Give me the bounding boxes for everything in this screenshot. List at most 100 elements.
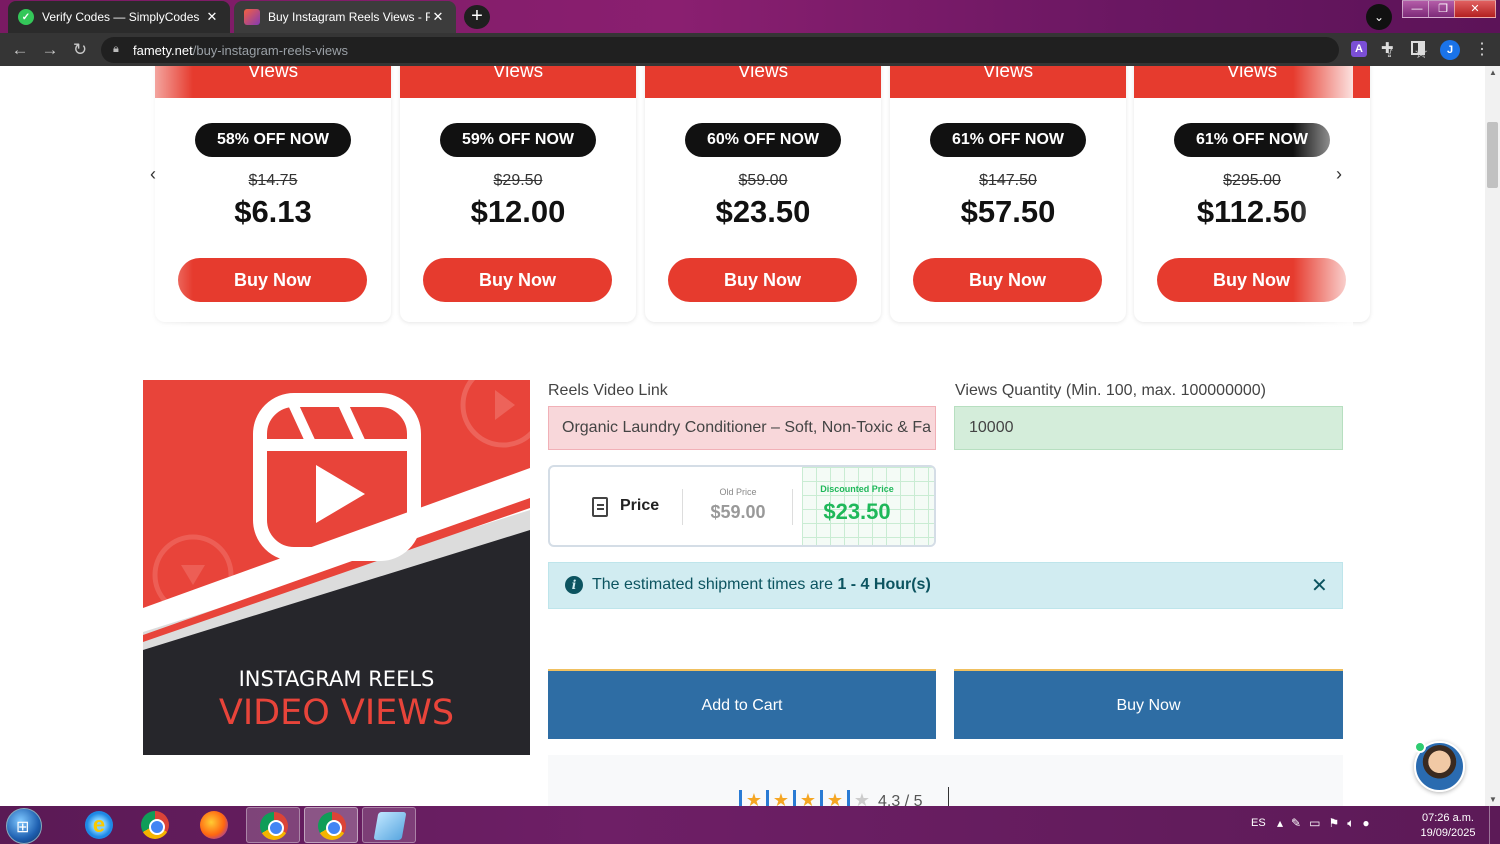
back-arrow-icon[interactable]: ←	[9, 39, 31, 61]
buy-now-main-button[interactable]: Buy Now	[954, 669, 1343, 739]
tab-close-icon[interactable]: ✕	[204, 9, 220, 25]
taskbar-chrome-window[interactable]	[246, 807, 300, 843]
buy-now-button[interactable]: Buy Now	[1157, 258, 1346, 302]
discount-badge: 58% OFF NOW	[195, 123, 351, 157]
reload-icon[interactable]: ↻	[69, 39, 91, 61]
kebab-menu-icon[interactable]: ⋮	[1474, 39, 1490, 59]
show-desktop-button[interactable]	[1489, 806, 1500, 844]
rating-text: 4.3 / 5	[878, 793, 923, 806]
page-scrollbar[interactable]: ▲ ▼	[1485, 66, 1500, 806]
package-carousel: Views 58% OFF NOW $14.75 $6.13 Buy Now V…	[133, 66, 1370, 336]
network-icon[interactable]: ●	[1362, 816, 1377, 830]
close-icon[interactable]: ✕	[1311, 573, 1328, 598]
tab-close-icon[interactable]: ✕	[430, 9, 446, 25]
star-icon: ★	[739, 790, 766, 806]
scroll-thumb[interactable]	[1487, 122, 1498, 188]
package-card: Views 60% OFF NOW $59.00 $23.50 Buy Now	[645, 66, 881, 322]
old-price: $295.00	[1223, 172, 1281, 189]
browser-title-bar: ✓ Verify Codes — SimplyCodes ✕ Buy Insta…	[0, 0, 1500, 33]
simplycodes-favicon-icon: ✓	[18, 9, 34, 25]
current-price: $112.50	[1196, 194, 1308, 229]
package-card: Views 61% OFF NOW $295.00 $112.50 Buy No…	[1134, 66, 1370, 322]
volume-icon[interactable]: 🔈︎	[1347, 816, 1362, 830]
discounted-price-label: Discounted Price	[820, 484, 894, 494]
product-image-line2: VIDEO VIEWS	[218, 693, 455, 733]
divider	[948, 787, 949, 806]
star-icon: ★	[820, 790, 847, 806]
reels-link-input[interactable]: Organic Laundry Conditioner – Soft, Non-…	[548, 406, 936, 450]
url-host: famety.net	[133, 43, 193, 58]
notes-app-icon	[373, 812, 407, 840]
language-indicator[interactable]: ES	[1251, 817, 1266, 829]
current-price: $57.50	[960, 194, 1056, 229]
taskbar-internet-explorer[interactable]: e	[72, 807, 126, 843]
package-header: Views	[1134, 66, 1370, 98]
price-label: Price	[620, 497, 660, 514]
flag-icon[interactable]: ⚑	[1328, 816, 1347, 830]
pen-icon[interactable]: ✎	[1291, 816, 1309, 830]
star-icon: ★	[766, 790, 793, 806]
buy-now-button[interactable]: Buy Now	[178, 258, 367, 302]
tab-buy-instagram-reels[interactable]: Buy Instagram Reels Views - Real ✕	[234, 1, 456, 33]
scroll-down-icon[interactable]: ▼	[1489, 795, 1497, 804]
package-header: Views	[645, 66, 881, 98]
package-header: Views	[155, 66, 391, 98]
product-image-line1: INSTAGRAM REELS	[238, 667, 435, 691]
rating-section: ★ ★ ★ ★ ★ 4.3 / 5	[548, 755, 1343, 806]
system-tray[interactable]: ▴✎▭⚑🔈︎●	[1277, 816, 1378, 831]
tab-title: Buy Instagram Reels Views - Real	[268, 10, 430, 24]
device-icon[interactable]: ▭	[1309, 816, 1328, 830]
current-price: $23.50	[715, 194, 811, 229]
receipt-icon	[592, 497, 608, 517]
tab-verify-codes[interactable]: ✓ Verify Codes — SimplyCodes ✕	[8, 1, 230, 33]
package-header: Views	[890, 66, 1126, 98]
carousel-next-chevron-icon[interactable]: ›	[1336, 164, 1342, 185]
taskbar-firefox[interactable]	[187, 807, 241, 843]
buy-now-button[interactable]: Buy Now	[423, 258, 612, 302]
shipment-time: 1 - 4 Hour(s)	[837, 576, 931, 593]
taskbar-chrome[interactable]	[128, 807, 182, 843]
taskbar-chrome-window-active[interactable]	[304, 807, 358, 843]
carousel-prev-chevron-icon[interactable]: ‹	[150, 164, 156, 185]
clock-date[interactable]: 19/09/2025	[1418, 827, 1478, 839]
page-viewport: Views 58% OFF NOW $14.75 $6.13 Buy Now V…	[0, 66, 1485, 806]
quantity-label: Views Quantity (Min. 100, max. 100000000…	[955, 382, 1266, 399]
address-bar[interactable]: 🔒︎ famety.net/buy-instagram-reels-views …	[101, 37, 1428, 63]
tray-expand-icon[interactable]: ▴	[1277, 816, 1291, 830]
profile-avatar[interactable]: J	[1440, 40, 1460, 60]
famety-favicon-icon	[244, 9, 260, 25]
add-to-cart-button[interactable]: Add to Cart	[548, 669, 936, 739]
shipment-info-alert: i The estimated shipment times are 1 - 4…	[548, 562, 1343, 609]
shipment-text: The estimated shipment times are 1 - 4 H…	[592, 576, 931, 594]
old-price: $59.00	[738, 172, 788, 189]
package-card: Views 61% OFF NOW $147.50 $57.50 Buy Now	[890, 66, 1126, 322]
clock-time[interactable]: 07:26 a.m.	[1418, 812, 1478, 824]
lock-icon[interactable]: 🔒︎	[113, 43, 123, 56]
chrome-icon	[318, 812, 346, 840]
tab-search-chevron-icon[interactable]: ⌄	[1366, 4, 1392, 30]
forward-arrow-icon[interactable]: →	[39, 39, 61, 61]
old-price: $147.50	[979, 172, 1037, 189]
taskbar-notes-app[interactable]	[362, 807, 416, 843]
current-price: $6.13	[234, 194, 312, 229]
shipment-text-prefix: The estimated shipment times are	[592, 576, 838, 593]
start-button[interactable]: ⊞	[6, 808, 42, 844]
browser-toolbar: ← → ↻ 🔒︎ famety.net/buy-instagram-reels-…	[0, 33, 1500, 66]
close-window-button[interactable]: ✕	[1454, 0, 1496, 18]
divider	[792, 489, 793, 525]
package-header: Views	[400, 66, 636, 98]
discount-badge: 60% OFF NOW	[685, 123, 841, 157]
new-tab-button[interactable]: +	[464, 5, 490, 29]
quantity-input[interactable]: 10000	[954, 406, 1343, 450]
rating-stars: ★ ★ ★ ★ ★	[739, 790, 874, 806]
chrome-icon	[260, 812, 288, 840]
reels-link-label: Reels Video Link	[548, 382, 668, 399]
url-text[interactable]: famety.net/buy-instagram-reels-views	[133, 43, 348, 58]
buy-now-button[interactable]: Buy Now	[913, 258, 1102, 302]
extension-a-icon[interactable]: A	[1351, 41, 1367, 57]
extensions-puzzle-icon[interactable]: ✚	[1381, 39, 1394, 57]
buy-now-button[interactable]: Buy Now	[668, 258, 857, 302]
scroll-up-icon[interactable]: ▲	[1489, 68, 1497, 77]
side-panel-icon[interactable]	[1411, 41, 1425, 55]
discount-badge: 61% OFF NOW	[930, 123, 1086, 157]
